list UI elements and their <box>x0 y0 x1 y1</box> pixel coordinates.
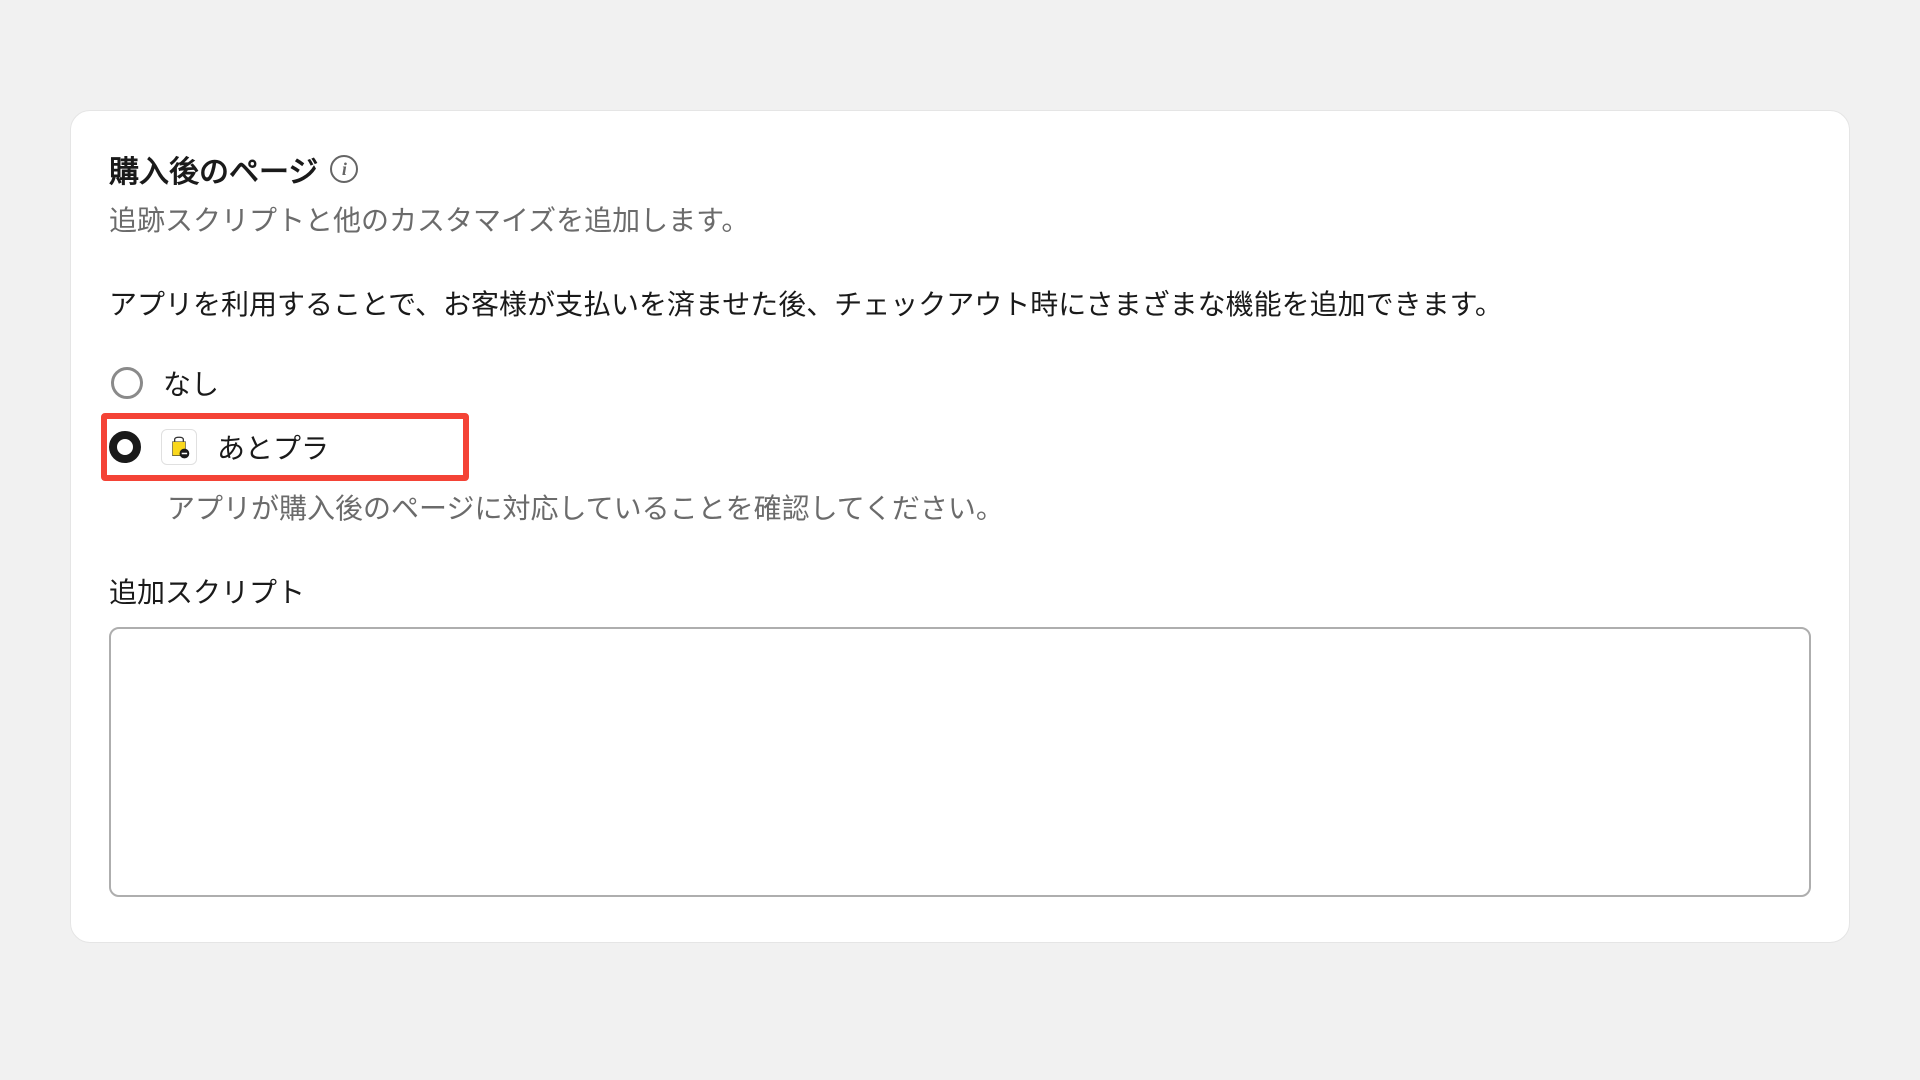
section-header: 購入後のページ i <box>109 147 1811 191</box>
post-purchase-app-radio-group: なし あとプラ アプリが購入後のページに対応していることを確認してください。 <box>109 353 1811 571</box>
radio-option-app-highlighted[interactable]: あとプラ <box>101 413 469 481</box>
radio-app-label: あとプラ <box>217 427 329 467</box>
section-subtitle: 追跡スクリプトと他のカスタマイズを追加します。 <box>109 199 1811 239</box>
radio-option-none[interactable]: なし <box>109 353 1811 413</box>
section-title: 購入後のページ <box>109 147 318 191</box>
additional-scripts-textarea[interactable] <box>109 627 1811 897</box>
section-description: アプリを利用することで、お客様が支払いを済ませた後、チェックアウト時にさまざまな… <box>109 283 1811 323</box>
radio-none-input[interactable] <box>111 367 143 399</box>
additional-scripts-label: 追加スクリプト <box>109 571 1811 611</box>
radio-app-input[interactable] <box>109 431 141 463</box>
shopping-bag-icon <box>161 429 197 465</box>
radio-none-label: なし <box>163 363 219 403</box>
info-icon[interactable]: i <box>330 155 358 183</box>
radio-app-helper-text: アプリが購入後のページに対応していることを確認してください。 <box>167 487 1811 527</box>
post-purchase-settings-card: 購入後のページ i 追跡スクリプトと他のカスタマイズを追加します。 アプリを利用… <box>70 110 1850 943</box>
